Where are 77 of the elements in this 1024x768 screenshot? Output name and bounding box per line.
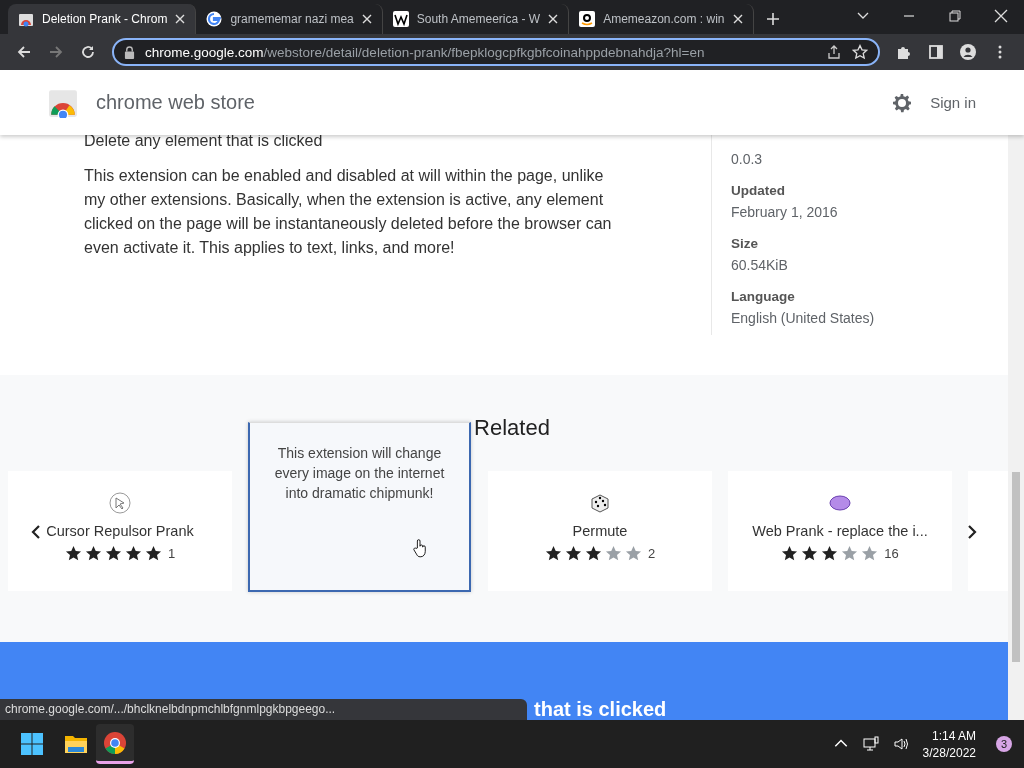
detail-value: 0.0.3 [731,151,764,167]
url-text: chrome.google.com/webstore/detail/deletion-prank/fbepklogcpfkgbfcoinahppdebnahdja?hl=en [145,44,706,60]
rating-count: 16 [884,546,899,561]
puzzle-icon[interactable] [896,44,912,60]
extension-name: Permute [572,523,628,539]
star-icon [544,545,562,562]
side-panel-icon[interactable] [928,44,944,60]
status-url: chrome.google.com/.../bhclknelbdnpmchlbfgnmlpgkbpgeego... [0,699,527,720]
close-icon[interactable] [548,14,559,24]
clock[interactable]: 1:14 AM 3/28/2022 [922,728,976,760]
star-icon [564,545,582,562]
previous-icon[interactable] [31,524,41,540]
rating-count: 1 [167,546,176,561]
star-icon[interactable] [852,44,868,60]
cursor-icon [108,491,132,515]
rating-count: 2 [647,546,656,561]
notification-badge[interactable]: 3 [996,736,1012,752]
scrollbar[interactable] [1008,135,1024,720]
next-icon[interactable] [967,524,977,540]
sign-in-link[interactable]: Sign in [930,94,976,111]
detail-label: Size [731,236,759,251]
star-icon [124,545,142,562]
chrome-taskbar-button[interactable] [96,724,134,764]
detail-value: English (United States) [731,310,875,326]
extension-card[interactable]: Permute 2 [488,471,712,591]
close-icon[interactable] [994,9,1008,23]
new-tab-icon[interactable] [766,12,781,26]
detail-label: Language [731,289,796,304]
network-icon[interactable] [862,736,879,752]
hand-cursor-icon [413,536,427,560]
summary-text: Delete any element that is clicked [84,132,324,150]
star-icon [604,545,622,562]
star-icon [841,545,859,562]
detail-value: February 1, 2016 [731,204,839,220]
browser-tab[interactable]: Deletion Prank - Chrom [8,4,197,34]
store-title[interactable]: chrome web store [96,91,255,114]
star-icon [821,545,839,562]
forward-icon[interactable] [48,44,64,60]
back-icon[interactable] [16,44,32,60]
extension-name: Cursor Repulsor Prank [46,523,194,539]
store-icon [18,11,34,27]
banner-text: that is clicked [534,698,667,720]
google-icon [206,11,223,27]
store-logo-icon [48,87,78,118]
lock-icon [124,45,135,59]
detail-label: Updated [731,183,786,198]
extension-name: Web Prank - replace the i... [752,523,928,539]
star-icon [624,545,642,562]
star-icon [144,545,162,562]
windows-icon[interactable] [20,732,44,756]
amazon-icon [579,11,596,27]
restore-icon[interactable] [948,9,962,23]
star-icon [104,545,122,562]
wiki-icon [392,11,409,27]
address-bar[interactable]: chrome.google.com/webstore/detail/deletion-prank/fbepklogcpfkgbfcoinahppdebnahdja?hl=en [112,38,880,66]
chrome-icon [103,730,127,755]
star-icon [781,545,799,562]
hover-card[interactable]: This extension will change every image on the internet into dramatic chipmunk! [248,422,471,592]
volume-icon[interactable] [892,736,909,752]
close-icon[interactable] [733,14,744,24]
description-text: This extension can be enabled and disabled at will within the page, unlike my other extensions. Basically, when the extension is active, any element clicked on the page will be instantaneously deleted before the browser can even activate it. This applies to text, links, and more! [84,166,613,258]
time-text: 1:14 AM [931,728,976,743]
detail-value: 60.54KiB [731,257,789,273]
extension-description: This extension will change every image on the internet into dramatic chipmunk! [273,444,446,503]
star-icon [84,545,102,562]
share-icon[interactable] [826,44,842,60]
star-icon [584,545,602,562]
date-text: 3/28/2022 [922,745,976,760]
star-icon [801,545,819,562]
star-icon [861,545,879,562]
close-icon[interactable] [361,14,372,24]
profile-icon[interactable] [960,44,976,60]
star-icon [64,545,82,562]
reload-icon[interactable] [80,44,96,60]
extension-card[interactable]: Cursor Repulsor Prank 1 [8,471,232,591]
close-icon[interactable] [175,14,186,24]
extension-card[interactable]: Web Prank - replace the i... 16 [728,471,952,591]
